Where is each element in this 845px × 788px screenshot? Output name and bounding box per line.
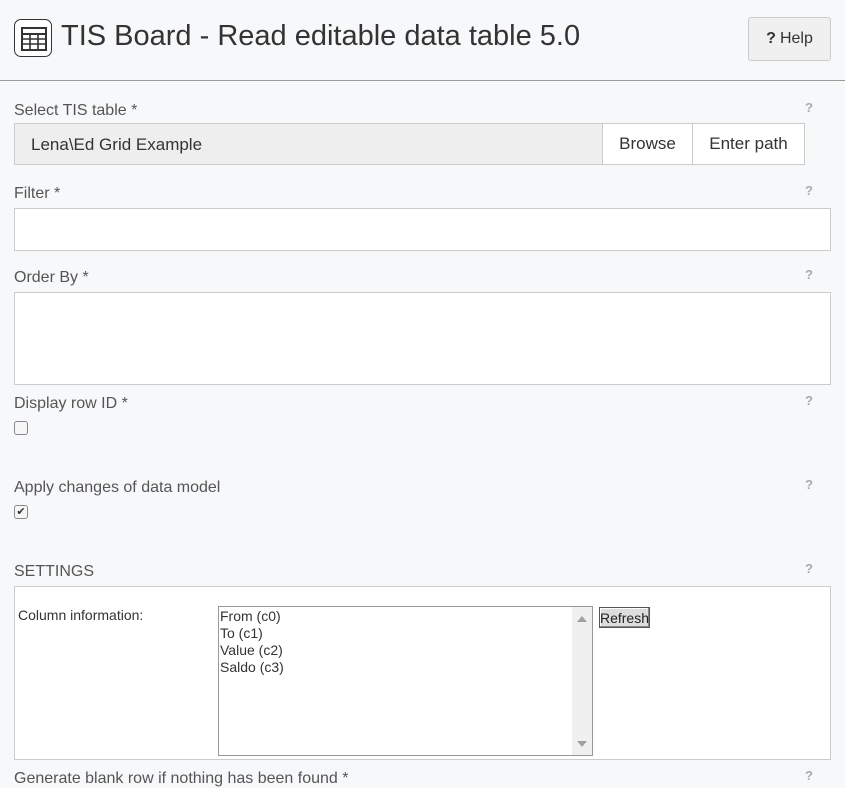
order-by-textarea[interactable] — [14, 292, 831, 385]
listbox-scrollbar[interactable] — [572, 607, 592, 755]
help-tooltip-icon[interactable]: ? — [805, 561, 813, 576]
list-item[interactable]: Value (c2) — [220, 642, 284, 659]
settings-panel: Column information: From (c0) To (c1) Va… — [14, 586, 831, 760]
help-button[interactable]: ? Help — [748, 17, 831, 61]
tis-table-path-field[interactable]: Lena\Ed Grid Example — [14, 123, 603, 165]
apply-changes-label: Apply changes of data model — [14, 479, 221, 496]
refresh-button[interactable]: Refresh — [599, 607, 650, 628]
table-icon — [14, 19, 52, 57]
filter-label: Filter * — [14, 185, 61, 202]
tis-table-picker: Lena\Ed Grid Example Browse Enter path — [14, 123, 805, 166]
generate-blank-row-label: Generate blank row if nothing has been f… — [14, 770, 349, 787]
help-button-label: Help — [779, 30, 813, 47]
help-tooltip-icon[interactable]: ? — [805, 267, 813, 282]
settings-label: SETTINGS — [14, 563, 95, 580]
list-item[interactable]: From (c0) — [220, 608, 284, 625]
scroll-down-icon[interactable] — [577, 741, 587, 747]
list-item[interactable]: To (c1) — [220, 625, 284, 642]
header: TIS Board - Read editable data table 5.0… — [0, 0, 845, 81]
help-tooltip-icon[interactable]: ? — [805, 393, 813, 408]
page-title: TIS Board - Read editable data table 5.0 — [61, 20, 581, 52]
enter-path-button[interactable]: Enter path — [692, 123, 805, 165]
column-information-label: Column information: — [18, 607, 144, 623]
tis-table-label: Select TIS table * — [14, 102, 138, 119]
display-row-id-label: Display row ID * — [14, 395, 128, 412]
browse-button[interactable]: Browse — [602, 123, 693, 165]
help-tooltip-icon[interactable]: ? — [805, 768, 813, 783]
column-information-listbox[interactable]: From (c0) To (c1) Value (c2) Saldo (c3) — [218, 606, 593, 756]
list-item[interactable]: Saldo (c3) — [220, 659, 284, 676]
scroll-up-icon[interactable] — [577, 616, 587, 622]
help-tooltip-icon[interactable]: ? — [805, 100, 813, 115]
help-question-icon: ? — [766, 30, 776, 47]
display-row-id-checkbox[interactable] — [14, 421, 28, 435]
help-tooltip-icon[interactable]: ? — [805, 477, 813, 492]
apply-changes-checkbox[interactable]: ✔ — [14, 505, 28, 519]
help-tooltip-icon[interactable]: ? — [805, 183, 813, 198]
filter-input[interactable] — [14, 208, 831, 251]
order-by-label: Order By * — [14, 269, 89, 286]
